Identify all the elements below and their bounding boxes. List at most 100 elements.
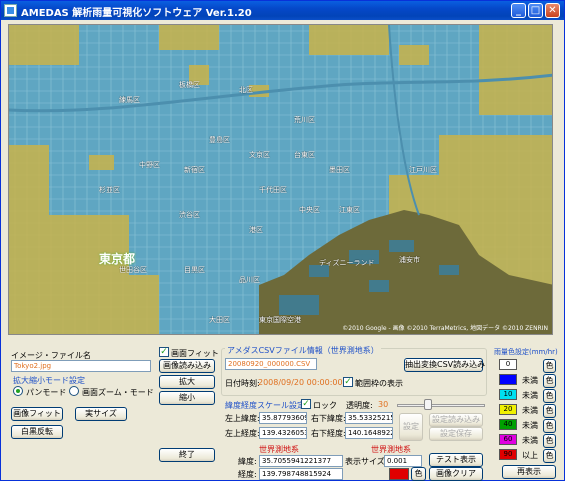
map-label-shibuya: 渋谷区 <box>179 211 200 219</box>
rain-overlay <box>9 25 552 334</box>
world-title: 世界測地系 <box>259 445 299 454</box>
map-label-suginami: 杉並区 <box>99 186 120 194</box>
display-size-label: 表示サイズ: <box>345 457 388 466</box>
map-label-shinagawa: 品川区 <box>239 276 260 284</box>
zoom-in-button[interactable]: 拡大 <box>159 375 215 389</box>
lock-checkbox[interactable]: ✓ <box>301 399 311 409</box>
zoom-mode-label: 拡大縮小モード設定 <box>13 376 85 385</box>
map-canvas[interactable]: 東京都 ディズニーランド 浦安市 東京国際空港 江東区 品川区 目黒区 渋谷区 … <box>8 24 553 335</box>
datetime-value: 2008/09/20 00:00:00 <box>258 378 343 387</box>
save-settings-button[interactable]: 設定保存 <box>429 427 483 441</box>
map-label-kita: 北区 <box>239 86 253 94</box>
map-label-bunkyo: 文京区 <box>249 151 270 159</box>
lat-label: 緯度: <box>238 457 257 466</box>
pan-mode-label: パンモード <box>26 388 67 397</box>
csv-title: アメダスCSVファイル情報（世界測地系） <box>225 345 381 356</box>
datetime-label: 日付時刻: <box>225 379 260 388</box>
map-label-airport: 東京国際空港 <box>259 316 301 324</box>
lr-lat-input[interactable]: 35.5332521541 <box>345 412 393 424</box>
rain-color-button[interactable]: 色 <box>543 404 556 418</box>
lr-lon-input[interactable]: 140.164892233 <box>345 427 393 439</box>
latlon-title: 緯度経度スケール設定 <box>225 401 305 410</box>
lon-label: 経度: <box>238 470 257 479</box>
rain-swatch: 90 <box>499 449 517 460</box>
lon-input[interactable]: 139.798748815924 <box>259 468 343 480</box>
map-label-nerima: 練馬区 <box>119 96 140 104</box>
fit-checkbox-label: 画面フィット <box>171 349 219 358</box>
ul-lon-input[interactable]: 139.432605398 <box>259 427 307 439</box>
zoom-out-button[interactable]: 縮小 <box>159 391 215 405</box>
ul-lat-label: 左上緯度: <box>225 414 260 423</box>
map-label-chiyoda: 千代田区 <box>259 186 287 194</box>
rain-color-button[interactable]: 色 <box>543 374 556 388</box>
map-label-edogawa: 江戸川区 <box>409 166 437 174</box>
range-checkbox-label: 範囲枠の表示 <box>355 379 403 388</box>
lat-input[interactable]: 35.7055941221377 <box>259 455 343 467</box>
lr-lat-label: 右下緯度: <box>311 414 346 423</box>
map-label-meguro: 目黒区 <box>184 266 205 274</box>
map-copyright: ©2010 Google - 画像 ©2010 TerraMetrics, 地図… <box>342 325 548 332</box>
ul-lon-label: 左上経度: <box>225 429 260 438</box>
display-size-input[interactable]: 0.001 <box>384 455 422 467</box>
rain-color-button[interactable]: 色 <box>543 419 556 433</box>
zoom-mode-radio-label: 画面ズーム・モード <box>82 388 154 397</box>
map-label-setagaya: 世田谷区 <box>119 266 147 274</box>
lock-label: ロック <box>313 401 337 410</box>
map-label-chuo: 中央区 <box>299 206 320 214</box>
test-display-button[interactable]: テスト表示 <box>429 453 483 467</box>
map-label-shinjuku: 新宿区 <box>184 166 205 174</box>
clear-image-button[interactable]: 画像クリア <box>429 467 483 481</box>
rain-suffix: 未満 <box>522 421 538 430</box>
maximize-button[interactable]: □ <box>528 3 543 18</box>
marker-color-swatch <box>389 468 409 480</box>
image-fit-button[interactable]: 画像フィット <box>11 407 63 421</box>
actual-size-button[interactable]: 実サイズ <box>75 407 127 421</box>
app-icon <box>4 4 17 17</box>
rain-swatch: 0 <box>499 359 517 370</box>
world-title-2: 世界測地系 <box>371 445 411 454</box>
map-label-arakawa: 荒川区 <box>294 116 315 124</box>
rain-swatch: 20 <box>499 404 517 415</box>
map-label-nakano: 中野区 <box>139 161 160 169</box>
main-window: AMEDAS 解析雨量可視化ソフトウェア Ver.1.20 _ □ ✕ 東京都 … <box>0 0 565 481</box>
load-settings-button[interactable]: 設定読み込み <box>429 413 483 427</box>
exit-button[interactable]: 終了 <box>159 448 215 462</box>
map-label-koto: 江東区 <box>339 206 360 214</box>
csv-file-input[interactable]: 20080920_000000.CSV <box>225 358 317 370</box>
range-checkbox[interactable]: ✓ <box>343 377 353 387</box>
invert-button[interactable]: 白黒反転 <box>11 425 63 439</box>
fit-checkbox[interactable]: ✓ <box>159 347 169 357</box>
map-label-taito: 台東区 <box>294 151 315 159</box>
map-label-urayasu: 浦安市 <box>399 256 420 264</box>
transparency-slider[interactable] <box>397 404 485 407</box>
window-title: AMEDAS 解析雨量可視化ソフトウェア Ver.1.20 <box>21 8 252 19</box>
rain-color-button[interactable]: 色 <box>543 389 556 403</box>
rain-suffix: 未満 <box>522 376 538 385</box>
set-button[interactable]: 設定 <box>399 413 423 441</box>
marker-color-button[interactable]: 色 <box>411 467 426 481</box>
zoom-mode-radio[interactable] <box>69 386 79 396</box>
rain-swatch: 40 <box>499 419 517 430</box>
rain-color-button[interactable]: 色 <box>543 449 556 463</box>
map-label-ota: 大田区 <box>209 316 230 324</box>
image-file-input[interactable]: Tokyo2.jpg <box>11 360 151 372</box>
rain-color-button[interactable]: 色 <box>543 359 556 373</box>
rain-swatch <box>499 374 517 385</box>
rain-suffix: 以上 <box>522 451 538 460</box>
map-label-sumida: 墨田区 <box>329 166 350 174</box>
map-label-minato: 港区 <box>249 226 263 234</box>
extract-csv-button[interactable]: 抽出変換CSV読み込み <box>404 358 485 372</box>
map-label-itabashi: 板橋区 <box>179 81 200 89</box>
ul-lat-input[interactable]: 35.8779360901 <box>259 412 307 424</box>
rain-suffix: 未満 <box>522 406 538 415</box>
rain-color-button[interactable]: 色 <box>543 434 556 448</box>
load-image-button[interactable]: 画像読み込み <box>159 359 215 373</box>
transparency-slider-thumb[interactable] <box>424 399 432 410</box>
rain-swatch: 10 <box>499 389 517 400</box>
close-button[interactable]: ✕ <box>545 3 560 18</box>
redisplay-button[interactable]: 再表示 <box>502 465 556 479</box>
pan-mode-radio[interactable] <box>13 386 23 396</box>
minimize-button[interactable]: _ <box>511 3 526 18</box>
transparency-label: 透明度: <box>346 401 373 410</box>
title-bar[interactable]: AMEDAS 解析雨量可視化ソフトウェア Ver.1.20 _ □ ✕ <box>1 1 564 20</box>
